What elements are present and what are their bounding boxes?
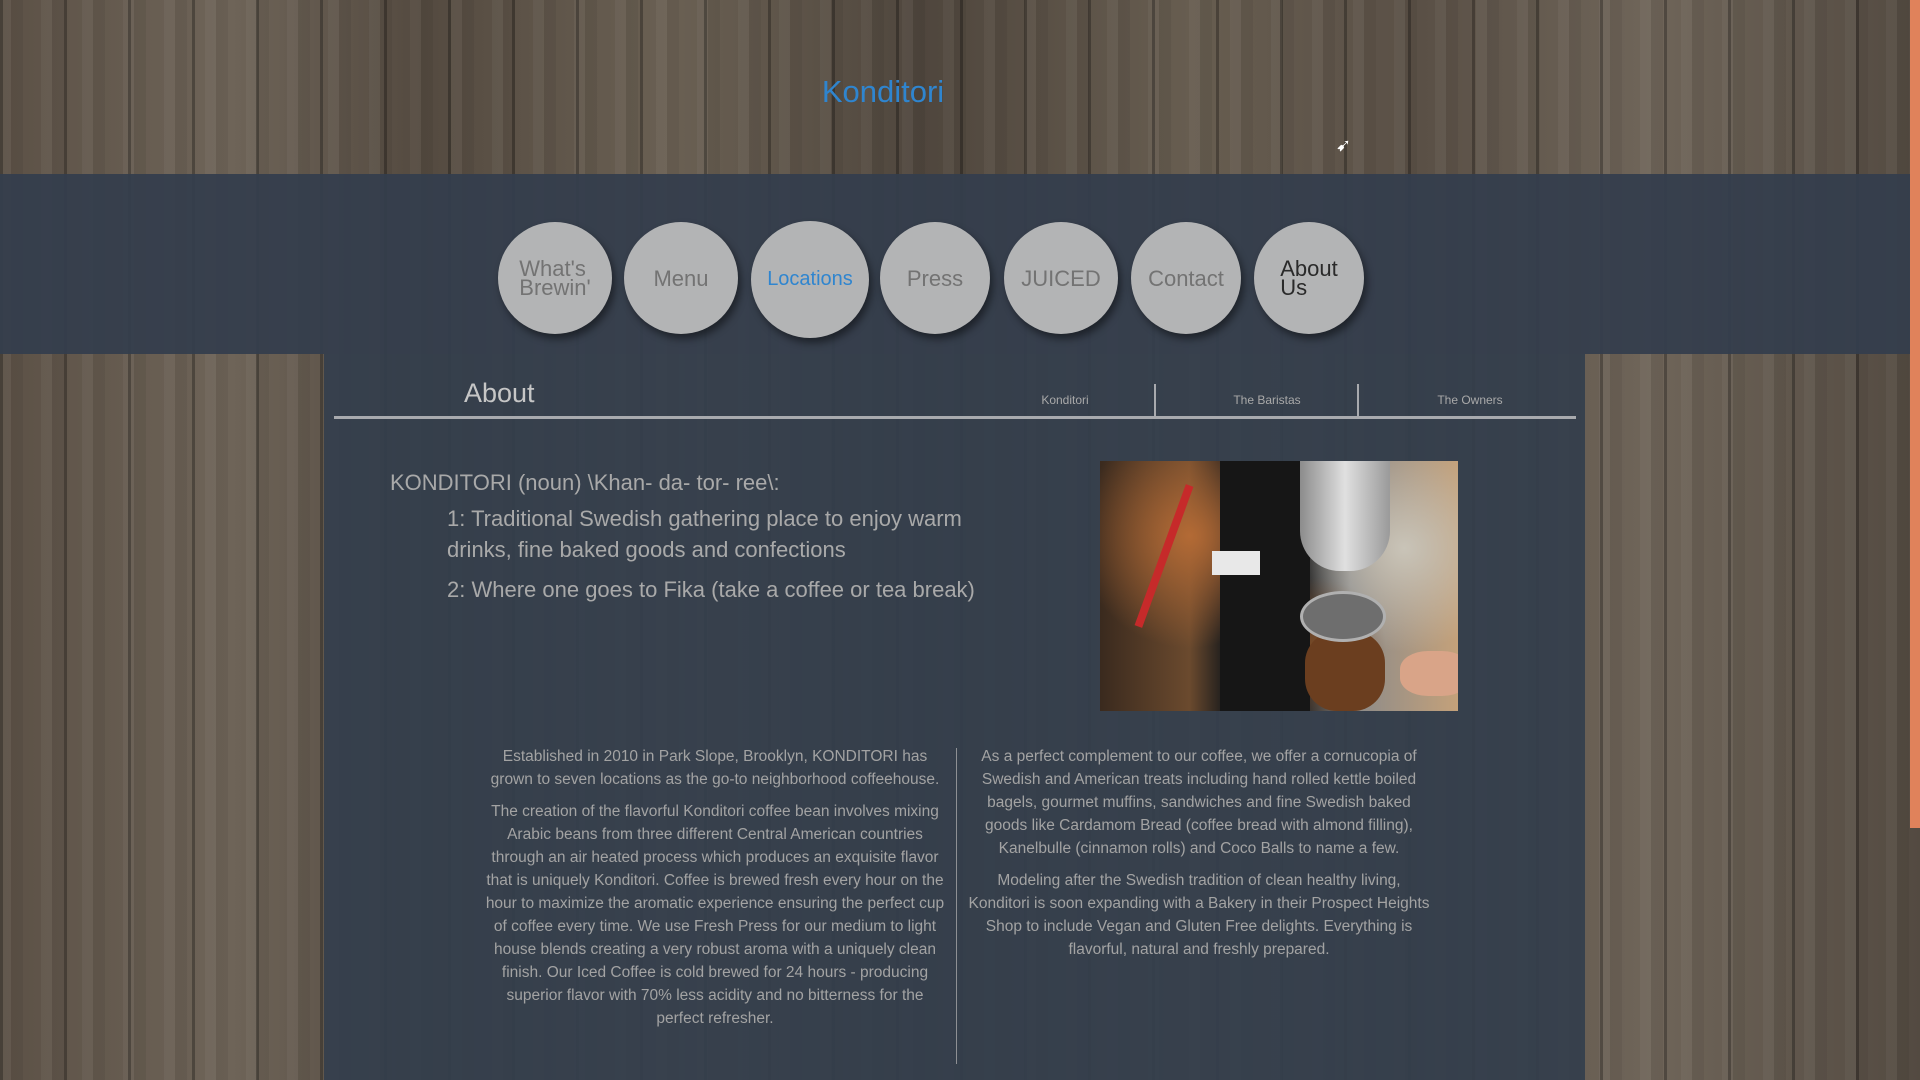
photo-grinder-shape (1220, 461, 1310, 711)
subnav-divider (1357, 384, 1359, 418)
right-paragraph-1: As a perfect complement to our coffee, w… (981, 748, 1417, 857)
definition-1-line1: 1: Traditional Swedish gathering place t… (447, 506, 962, 531)
subnav-konditori[interactable]: Konditori (1010, 393, 1120, 407)
nav-label: Contact (1148, 265, 1224, 291)
column-divider (956, 748, 957, 1064)
right-column: As a perfect complement to our coffee, w… (966, 745, 1432, 970)
subnav-rule (334, 416, 1576, 419)
site-title[interactable]: Konditori (0, 74, 1766, 110)
nav-press[interactable]: Press (880, 222, 990, 334)
left-column: Established in 2010 in Park Slope, Brook… (484, 745, 946, 1039)
nav-contact[interactable]: Contact (1131, 222, 1241, 334)
nav-menu[interactable]: Menu (624, 222, 738, 334)
subnav-divider (1154, 384, 1156, 418)
photo-grounds-shape (1305, 631, 1385, 711)
mouse-cursor-icon: ➹ (1336, 135, 1352, 155)
subnav-baristas[interactable]: The Baristas (1170, 393, 1364, 407)
definition-heading: KONDITORI (noun) \Khan- da- tor- ree\: (390, 470, 780, 495)
definition-2: 2: Where one goes to Fika (take a coffee… (447, 577, 975, 602)
nav-label: JUICED (1021, 265, 1101, 291)
nav-about-us[interactable]: About Us (1254, 222, 1364, 334)
nav-label: Press (906, 265, 964, 291)
nav-label: Menu (653, 265, 709, 291)
definition-1-line2: drinks, fine baked goods and confections (447, 537, 846, 562)
nav-juiced[interactable]: JUICED (1004, 222, 1118, 334)
page-title: About (464, 378, 535, 408)
photo-label-shape (1212, 551, 1260, 575)
left-paragraph-2: The creation of the flavorful Konditori … (485, 803, 945, 1027)
left-paragraph-1: Established in 2010 in Park Slope, Brook… (490, 748, 940, 788)
photo-portafilter-shape (1300, 591, 1386, 642)
coffee-grinder-photo (1100, 461, 1458, 711)
subnav-owners[interactable]: The Owners (1375, 393, 1565, 407)
photo-hand-shape (1400, 651, 1458, 696)
nav-locations[interactable]: Locations (751, 221, 869, 338)
nav-whats-brewin[interactable]: What's Brewin' (498, 222, 612, 334)
photo-brush-shape (1134, 484, 1194, 628)
nav-label: Brewin' (519, 275, 591, 300)
nav-label: Locations (767, 268, 853, 290)
main-nav: What's Brewin' Menu Locations Press JUIC… (496, 221, 1396, 341)
right-paragraph-2: Modeling after the Swedish tradition of … (968, 872, 1430, 958)
right-edge-strip (1910, 0, 1920, 828)
photo-hopper-shape (1300, 461, 1390, 571)
